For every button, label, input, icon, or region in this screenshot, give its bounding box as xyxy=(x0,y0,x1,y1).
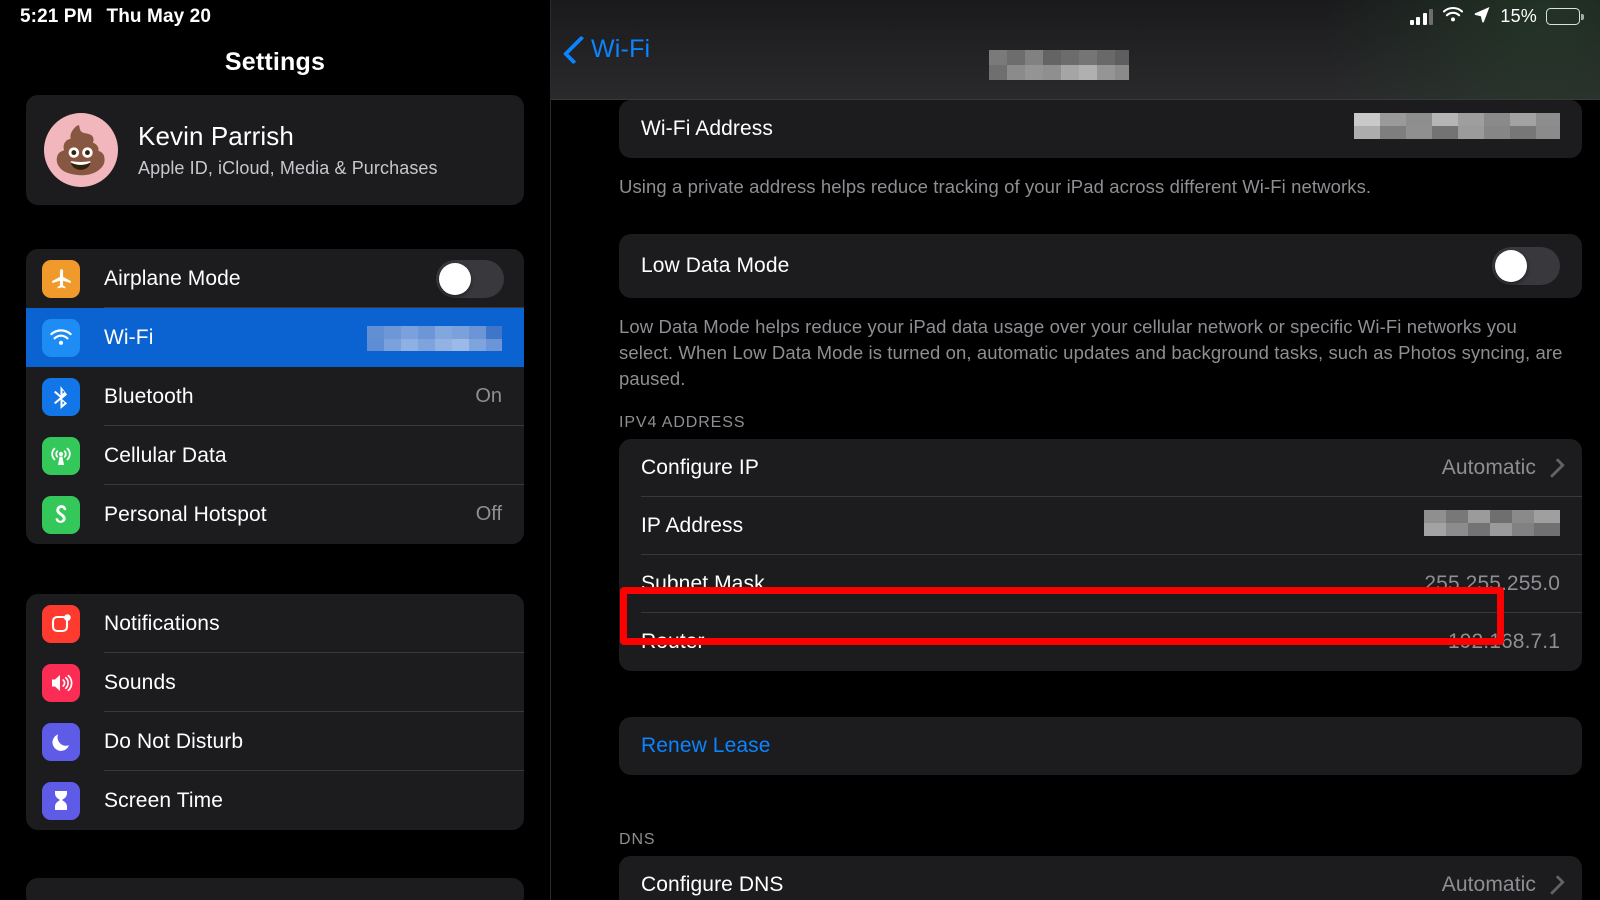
blurred-value xyxy=(1424,510,1560,536)
chevron-right-icon xyxy=(1545,458,1565,478)
chevron-left-icon xyxy=(562,35,592,64)
sidebar-item-screen-time[interactable]: Screen Time xyxy=(26,771,524,830)
sidebar-item-label: Sounds xyxy=(104,670,176,694)
status-bar-left: 5:21 PM Thu May 20 xyxy=(20,6,211,28)
configure-dns-row[interactable]: Configure DNS Automatic xyxy=(619,856,1582,900)
low-data-mode-label: Low Data Mode xyxy=(641,254,790,277)
airplane-mode-toggle[interactable] xyxy=(436,259,504,298)
chevron-right-icon xyxy=(1545,875,1565,895)
dns-section-header: DNS xyxy=(619,831,656,848)
ipv4-group: Configure IP Automatic IP Address Subnet… xyxy=(619,439,1582,671)
dns-group: Configure DNS Automatic xyxy=(619,856,1582,900)
hotspot-link-icon xyxy=(42,495,80,534)
battery-percent: 15% xyxy=(1500,6,1537,26)
bluetooth-icon xyxy=(42,377,80,416)
router-row[interactable]: Router 192.168.7.1 xyxy=(619,613,1582,671)
ipad-settings-screen: 5:21 PM Thu May 20 15% Settings 💩 Kevin … xyxy=(0,0,1600,900)
sidebar-item-label: Bluetooth xyxy=(104,384,194,408)
renew-lease-row[interactable]: Renew Lease xyxy=(619,717,1582,775)
blurred-value xyxy=(367,321,502,354)
configure-ip-row[interactable]: Configure IP Automatic xyxy=(619,439,1582,497)
low-data-mode-footer: Low Data Mode helps reduce your iPad dat… xyxy=(619,316,1563,389)
hourglass-icon xyxy=(42,781,80,820)
airplane-icon xyxy=(42,259,80,298)
sidebar-item-do-not-disturb[interactable]: Do Not Disturb xyxy=(26,712,524,771)
configure-ip-value: Automatic xyxy=(1441,456,1536,479)
low-data-mode-row[interactable]: Low Data Mode xyxy=(619,234,1582,298)
location-arrow-icon xyxy=(1473,5,1491,28)
memoji-poop-icon: 💩 xyxy=(52,123,110,176)
wifi-icon xyxy=(42,318,80,357)
back-button-label: Wi-Fi xyxy=(591,35,651,63)
sidebar-item-value: On xyxy=(475,385,502,407)
router-label: Router xyxy=(641,630,705,653)
sidebar-item-apple-id[interactable]: 💩 Kevin Parrish Apple ID, iCloud, Media … xyxy=(26,95,524,205)
wifi-address-value-blurred xyxy=(1354,113,1560,145)
cellular-antenna-icon xyxy=(42,436,80,475)
configure-dns-label: Configure DNS xyxy=(641,873,784,896)
wifi-network-name-blurred xyxy=(367,321,502,354)
sidebar-item-label: Airplane Mode xyxy=(104,266,241,290)
wifi-address-row[interactable]: Wi-Fi Address xyxy=(619,100,1582,158)
avatar: 💩 xyxy=(44,113,118,187)
ipv4-section-header: IPV4 ADDRESS xyxy=(619,414,746,431)
status-bar-right: 15% xyxy=(1409,5,1584,28)
configure-ip-label: Configure IP xyxy=(641,456,759,479)
profile-subtitle: Apple ID, iCloud, Media & Purchases xyxy=(138,158,438,178)
battery-icon xyxy=(1546,8,1584,25)
profile-text: Kevin Parrish Apple ID, iCloud, Media & … xyxy=(138,121,438,179)
blurred-value xyxy=(1354,113,1560,139)
subnet-mask-row[interactable]: Subnet Mask 255.255.255.0 xyxy=(619,555,1582,613)
renew-lease-label: Renew Lease xyxy=(641,734,771,757)
wifi-address-group: Wi-Fi Address xyxy=(619,100,1582,158)
wifi-detail-pane: Wi-Fi Wi-Fi Address Using a private addr… xyxy=(551,0,1600,900)
subnet-mask-label: Subnet Mask xyxy=(641,572,765,595)
sidebar-group-connectivity: Airplane Mode Wi-Fi Bluetooth On Cellula… xyxy=(26,249,524,544)
sidebar-item-airplane-mode[interactable]: Airplane Mode xyxy=(26,249,524,308)
profile-name: Kevin Parrish xyxy=(138,121,294,151)
sidebar-item-label: Wi-Fi xyxy=(104,325,154,349)
sidebar-group-next xyxy=(26,878,524,900)
detail-scroll-area[interactable]: Wi-Fi Address Using a private address he… xyxy=(551,100,1600,900)
back-button[interactable]: Wi-Fi xyxy=(562,35,651,64)
subnet-mask-value: 255.255.255.0 xyxy=(1424,572,1560,595)
cellular-signal-icon xyxy=(1409,8,1434,25)
low-data-mode-group: Low Data Mode xyxy=(619,234,1582,298)
sidebar-item-notifications[interactable]: Notifications xyxy=(26,594,524,653)
sidebar-item-label: Notifications xyxy=(104,611,220,635)
status-date: Thu May 20 xyxy=(106,6,211,27)
page-title: Settings xyxy=(224,48,326,76)
configure-dns-value: Automatic xyxy=(1441,873,1536,896)
sidebar-item-label: Cellular Data xyxy=(104,443,227,467)
status-time: 5:21 PM xyxy=(20,6,93,27)
status-bar: 5:21 PM Thu May 20 15% xyxy=(0,0,1600,34)
sidebar-item-label: Personal Hotspot xyxy=(104,502,267,526)
sidebar-item-value: Off xyxy=(475,503,502,525)
notifications-icon xyxy=(42,604,80,643)
settings-sidebar: Settings 💩 Kevin Parrish Apple ID, iClou… xyxy=(0,0,550,900)
speaker-icon xyxy=(42,663,80,702)
sidebar-item-label: Screen Time xyxy=(104,788,223,812)
sidebar-item-label: Do Not Disturb xyxy=(104,729,244,753)
wifi-icon xyxy=(1442,6,1464,28)
sidebar-item-cellular-data[interactable]: Cellular Data xyxy=(26,426,524,485)
ip-address-label: IP Address xyxy=(641,514,744,537)
sidebar-item-wifi[interactable]: Wi-Fi xyxy=(26,308,524,367)
moon-icon xyxy=(42,722,80,761)
ip-address-row[interactable]: IP Address xyxy=(619,497,1582,555)
sidebar-item-bluetooth[interactable]: Bluetooth On xyxy=(26,367,524,426)
router-value: 192.168.7.1 xyxy=(1447,630,1560,653)
sidebar-scroll-area[interactable]: 💩 Kevin Parrish Apple ID, iCloud, Media … xyxy=(0,95,550,900)
low-data-mode-toggle[interactable] xyxy=(1492,247,1560,285)
sidebar-group-alerts: Notifications Sounds Do Not Disturb Scre… xyxy=(26,594,524,830)
wifi-address-footer: Using a private address helps reduce tra… xyxy=(619,176,1372,197)
sidebar-item-personal-hotspot[interactable]: Personal Hotspot Off xyxy=(26,485,524,544)
ip-address-value-blurred xyxy=(1424,510,1560,542)
wifi-address-label: Wi-Fi Address xyxy=(641,117,773,140)
renew-lease-group: Renew Lease xyxy=(619,717,1582,775)
sidebar-item-sounds[interactable]: Sounds xyxy=(26,653,524,712)
detail-title-blurred xyxy=(989,50,1129,85)
